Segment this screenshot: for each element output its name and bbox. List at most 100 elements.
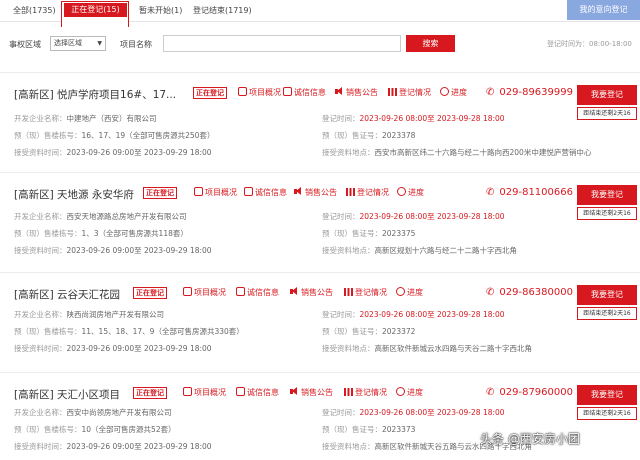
register-button[interactable]: 我要登记 <box>577 85 637 105</box>
permit-value: 2023372 <box>382 327 416 336</box>
status-tabs: 全部(1735) 正在登记(15) 暂未开始(1) 登记结束(1719) 我的意… <box>0 0 640 27</box>
document-icon <box>183 387 192 396</box>
credit-info-label: 诚信信息 <box>294 88 326 97</box>
receive-place-label: 接受资料地点： <box>322 148 375 157</box>
sales-notice-link[interactable]: 销售公告 <box>335 87 378 98</box>
chevron-down-icon: ▼ <box>97 40 102 47</box>
registration-status-label: 登记情况 <box>355 388 387 397</box>
registration-hours-label: 登记时间为： <box>547 40 589 48</box>
receive-time-label: 接受资料时间： <box>14 246 67 255</box>
reg-time-label: 登记时间： <box>322 408 360 417</box>
reg-time-label: 登记时间： <box>322 212 360 221</box>
progress-label: 进度 <box>408 188 424 197</box>
buildings-label: 预（现）售楼栋号： <box>14 131 82 140</box>
credit-info-label: 诚信信息 <box>247 288 279 297</box>
registration-status-link[interactable]: 登记情况 <box>346 187 389 198</box>
project-info-label: 项目概况 <box>194 388 226 397</box>
progress-link[interactable]: 进度 <box>397 187 424 198</box>
phone-icon: ✆ <box>486 387 495 398</box>
search-button[interactable]: 搜索 <box>406 35 455 52</box>
register-button[interactable]: 我要登记 <box>577 385 637 405</box>
listing-title[interactable]: [高新区] 云谷天汇花园 <box>14 287 120 302</box>
countdown: 距结束还剩2天16 <box>577 107 637 120</box>
project-info-label: 项目概况 <box>205 188 237 197</box>
developer-row: 开发企业名称：中建地产（西安）有限公司 <box>14 113 157 124</box>
status-badge: 正在登记 <box>133 287 167 299</box>
phone-value: 029-87960000 <box>499 387 573 398</box>
status-badge: 正在登记 <box>143 187 177 199</box>
listing-title[interactable]: [高新区] 天地源 永安华府 <box>14 187 134 202</box>
listing-title[interactable]: [高新区] 天汇小区项目 <box>14 387 120 402</box>
sales-notice-link[interactable]: 销售公告 <box>290 287 333 298</box>
tab-not-started[interactable]: 暂未开始(1) <box>139 5 182 16</box>
status-badge: 正在登记 <box>133 387 167 399</box>
countdown: 距结束还剩2天16 <box>577 207 637 220</box>
tab-ended[interactable]: 登记结束(1719) <box>193 5 252 16</box>
reg-time-row: 登记时间：2023-09-26 08:00至 2023-09-28 18:00 <box>322 211 505 222</box>
project-info-link[interactable]: 项目概况 <box>183 287 226 298</box>
progress-label: 进度 <box>407 288 423 297</box>
listing-card: [高新区] 悦庐学府项目16#、17... 正在登记 项目概况 诚信信息 销售公… <box>0 72 640 172</box>
receive-place-label: 接受资料地点： <box>322 246 375 255</box>
permit-value: 2023373 <box>382 425 416 434</box>
project-info-label: 项目概况 <box>249 88 281 97</box>
developer-label: 开发企业名称： <box>14 408 67 417</box>
watermark: 头条 @西安房小团 <box>480 432 580 446</box>
registration-status-link[interactable]: 登记情况 <box>344 387 387 398</box>
receive-time-value: 2023-09-26 09:00至 2023-09-29 18:00 <box>66 148 212 157</box>
buildings-value: 11、15、18、17、9（全部可售房源共330套） <box>81 327 244 336</box>
sales-notice-label: 销售公告 <box>301 288 333 297</box>
receive-place-value: 西安市高新区纬二十六路与经二十路向西200米中建悦庐营销中心 <box>374 148 592 157</box>
phone-number: ✆ 029-89639999 <box>486 87 573 98</box>
developer-row: 开发企业名称：陕西尚润房地产开发有限公司 <box>14 309 164 320</box>
buildings-row: 预（现）售楼栋号：11、15、18、17、9（全部可售房源共330套） <box>14 326 244 337</box>
phone-number: ✆ 029-86380000 <box>486 287 573 298</box>
document-icon <box>183 287 192 296</box>
listing-card: [高新区] 天地源 永安华府 正在登记 项目概况 诚信信息 销售公告 登记情况 … <box>0 172 640 272</box>
progress-label: 进度 <box>451 88 467 97</box>
receive-time-value: 2023-09-26 09:00至 2023-09-29 18:00 <box>66 442 212 451</box>
tab-registering[interactable]: 正在登记(15) <box>64 3 127 17</box>
buildings-row: 预（现）售楼栋号：16、17、19（全部可售房源共250套） <box>14 130 214 141</box>
receive-place-value: 高新区规划十六路与经二十二路十字西北角 <box>374 246 518 255</box>
buildings-value: 16、17、19（全部可售房源共250套） <box>81 131 215 140</box>
credit-info-link[interactable]: 诚信信息 <box>283 87 326 98</box>
permit-row: 预（现）售证号：2023378 <box>322 130 415 141</box>
sales-notice-link[interactable]: 销售公告 <box>290 387 333 398</box>
receive-place-row: 接受资料地点：高新区软件新城云水四路与天谷二路十字西北角 <box>322 343 532 354</box>
sales-notice-link[interactable]: 销售公告 <box>294 187 337 198</box>
register-button[interactable]: 我要登记 <box>577 185 637 205</box>
registration-status-link[interactable]: 登记情况 <box>388 87 431 98</box>
status-badge: 正在登记 <box>193 87 227 99</box>
project-info-link[interactable]: 项目概况 <box>238 87 281 98</box>
project-name-input[interactable] <box>163 35 401 52</box>
registration-status-label: 登记情况 <box>357 188 389 197</box>
speaker-icon <box>294 187 303 196</box>
project-info-link[interactable]: 项目概况 <box>194 187 237 198</box>
bar-chart-icon <box>346 187 355 196</box>
register-button[interactable]: 我要登记 <box>577 285 637 305</box>
sales-notice-label: 销售公告 <box>305 188 337 197</box>
credit-info-link[interactable]: 诚信信息 <box>236 287 279 298</box>
permit-value: 2023375 <box>382 229 416 238</box>
region-select[interactable]: 选择区域 ▼ <box>50 36 106 51</box>
progress-link[interactable]: 进度 <box>396 387 423 398</box>
my-registration-button[interactable]: 我的意向登记 <box>567 0 640 20</box>
project-info-link[interactable]: 项目概况 <box>183 387 226 398</box>
developer-row: 开发企业名称：西安中尚领房地产开发有限公司 <box>14 407 172 418</box>
listing-title[interactable]: [高新区] 悦庐学府项目16#、17... <box>14 87 176 102</box>
credit-info-link[interactable]: 诚信信息 <box>244 187 287 198</box>
project-info-label: 项目概况 <box>194 288 226 297</box>
phone-icon: ✆ <box>486 87 495 98</box>
tab-all[interactable]: 全部(1735) <box>13 5 56 16</box>
shield-icon <box>244 187 253 196</box>
progress-link[interactable]: 进度 <box>440 87 467 98</box>
credit-info-link[interactable]: 诚信信息 <box>236 387 279 398</box>
buildings-value: 10（全部可售房源共52套） <box>81 425 176 434</box>
region-label: 事权区域 <box>9 40 41 49</box>
progress-link[interactable]: 进度 <box>396 287 423 298</box>
speaker-icon <box>290 387 299 396</box>
developer-value: 陕西尚润房地产开发有限公司 <box>66 310 165 319</box>
registration-status-link[interactable]: 登记情况 <box>344 287 387 298</box>
permit-label: 预（现）售证号： <box>322 229 382 238</box>
